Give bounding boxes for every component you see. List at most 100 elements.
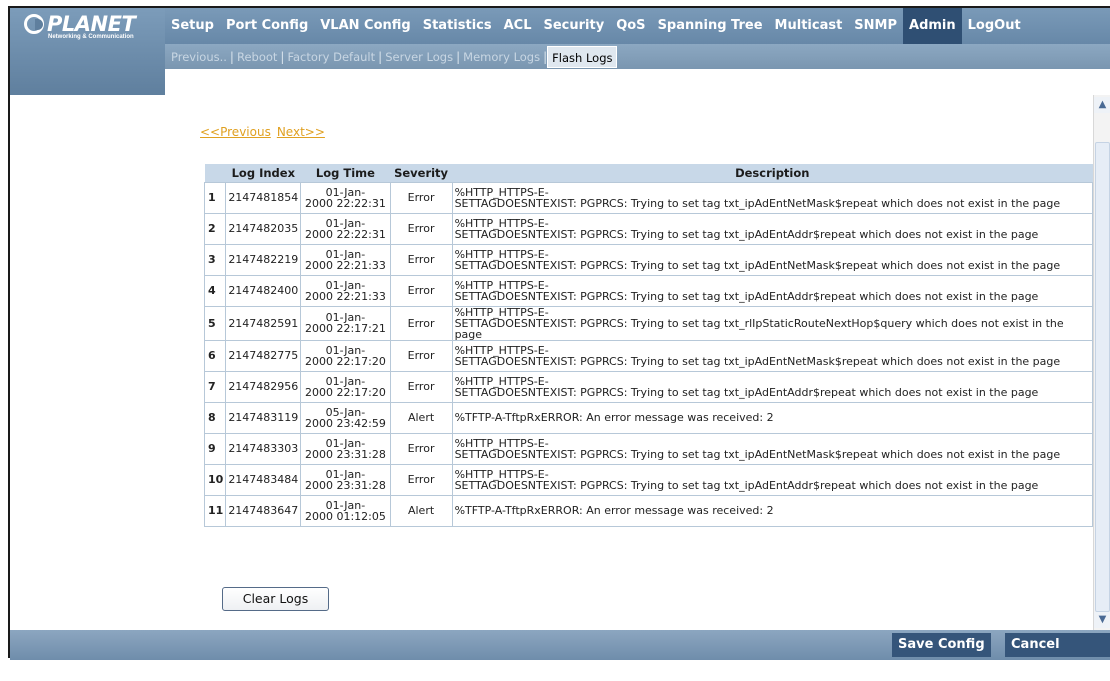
log-index-cell-text: 2147483647 <box>228 504 299 517</box>
row-number: 2 <box>203 212 227 245</box>
nav-item-spanning-tree[interactable]: Spanning Tree <box>652 8 769 44</box>
row-number: 3 <box>203 243 227 276</box>
log-time-cell-text: 2000 23:42:59 <box>304 416 386 430</box>
row-number-text: 9 <box>208 442 216 455</box>
app-window: Setup Port Config VLAN Config Statistics ACL… <box>8 6 1110 676</box>
submenu-item-factory-default[interactable]: Factory Default <box>284 50 378 64</box>
submenu-item-flash-logs[interactable]: Flash Logs <box>547 45 618 68</box>
row-number: 1 <box>203 181 227 214</box>
nav-item-statistics[interactable]: Statistics <box>417 8 498 44</box>
row-number-text: 1 <box>208 191 216 204</box>
log-time-cell: 05-Jan- 2000 23:42:59 <box>300 401 391 434</box>
brand-name: PLANET <box>47 12 136 36</box>
log-time-cell-text: 2000 22:21:33 <box>304 258 386 272</box>
log-time-cell: 01-Jan- 2000 22:21:33 <box>300 274 391 307</box>
severity-cell-text: Error <box>407 253 435 266</box>
nav-item-vlan-config[interactable]: VLAN Config <box>314 8 416 44</box>
log-time-cell-text: 2000 22:22:31 <box>304 227 386 241</box>
nav-item-qos[interactable]: QoS <box>610 8 651 44</box>
severity-cell: Error <box>389 463 453 496</box>
description-cell-text: SETTAGDOESNTEXIST: PGPRCS: Trying to set… <box>454 289 1039 303</box>
table-row: 10 2147483484 01-Jan- 2000 23:31:28 Error %HT… <box>203 463 1094 496</box>
description-cell-text: SETTAGDOESNTEXIST: PGPRCS: Trying to set… <box>454 258 1061 272</box>
description-cell: %HTTP_HTTPS-E- SETTAGDOESNTEXIST: PGPRCS:… <box>451 243 1094 276</box>
description-cell: %HTTP_HTTPS-E- SETTAGDOESNTEXIST: PGPRCS:… <box>451 432 1094 465</box>
footer-bar: Save Config Cancel Config <box>10 630 1110 676</box>
log-index-cell: 2147483647 <box>225 494 302 527</box>
log-time-cell-text: 2000 01:12:05 <box>304 509 386 523</box>
submenu-item-memory-logs[interactable]: Memory Logs <box>460 50 543 64</box>
log-time-cell-text: 2000 22:22:31 <box>304 196 386 210</box>
log-time-cell-text: 2000 22:17:21 <box>304 322 386 335</box>
admin-submenu: Previous.. | Reboot | Factory Default | Server… <box>165 44 1110 69</box>
vertical-scrollbar[interactable]: ▲ ▼ <box>1093 95 1110 630</box>
nav-item-security[interactable]: Security <box>538 8 611 44</box>
severity-cell: Error <box>389 305 453 341</box>
chevron-up-icon[interactable]: ▲ <box>1094 97 1110 113</box>
row-number-text: 8 <box>208 411 216 424</box>
scrollbar-thumb[interactable] <box>1095 142 1110 612</box>
log-index-cell-text: 2147482219 <box>228 253 299 266</box>
nav-item-setup[interactable]: Setup <box>165 8 220 44</box>
table-row: 5 2147482591 01-Jan- 2000 22:17:21 Error %HTT… <box>203 305 1094 341</box>
log-time-cell: 01-Jan- 2000 22:17:20 <box>300 339 391 372</box>
column-header-log-index: Log Index <box>225 164 301 182</box>
clear-logs-button[interactable]: Clear Logs <box>222 587 329 611</box>
table-row: 1 2147481854 01-Jan- 2000 22:22:31 Error %HTT… <box>203 181 1094 214</box>
nav-item-admin[interactable]: Admin <box>903 8 962 44</box>
brand-logo: PLANET Networking & Communication <box>10 8 165 95</box>
column-header-severity: Severity <box>390 164 453 182</box>
column-header-description: Description <box>452 164 1093 182</box>
nav-item-snmp[interactable]: SNMP <box>848 8 903 44</box>
nav-item-acl[interactable]: ACL <box>498 8 538 44</box>
row-number: 6 <box>203 339 227 372</box>
log-time-cell: 01-Jan- 2000 22:22:31 <box>300 212 391 245</box>
main-menu: Setup Port Config VLAN Config Statistics ACL… <box>165 8 1027 44</box>
submenu-item-server-logs[interactable]: Server Logs <box>382 50 456 64</box>
row-number-text: 4 <box>208 284 216 297</box>
row-number-text: 2 <box>208 222 216 235</box>
nav-item-port-config[interactable]: Port Config <box>220 8 314 44</box>
description-cell-text: SETTAGDOESNTEXIST: PGPRCS: Trying to set… <box>454 447 1061 461</box>
row-number: 8 <box>203 401 227 434</box>
severity-cell: Error <box>389 243 453 276</box>
log-time-cell: 01-Jan- 2000 22:22:31 <box>300 181 391 214</box>
description-cell: %HTTP_HTTPS-E- SETTAGDOESNTEXIST: PGPRCS:… <box>451 212 1094 245</box>
save-config-button[interactable]: Save Config <box>892 633 991 657</box>
severity-cell-text: Error <box>407 473 435 486</box>
previous-page-link[interactable]: <<Previous <box>200 125 271 139</box>
table-row: 7 2147482956 01-Jan- 2000 22:17:20 Error %HTT… <box>203 370 1094 403</box>
submenu-item-previous[interactable]: Previous.. <box>168 50 230 64</box>
submenu-item-reboot[interactable]: Reboot <box>234 50 280 64</box>
severity-cell: Error <box>389 212 453 245</box>
severity-cell: Alert <box>389 494 453 527</box>
log-index-cell: 2147482775 <box>225 339 302 372</box>
log-time-cell: 01-Jan- 2000 23:31:28 <box>300 463 391 496</box>
log-time-cell: 01-Jan- 2000 01:12:05 <box>300 494 391 527</box>
severity-cell-text: Error <box>407 284 435 297</box>
log-time-cell-text: 2000 22:17:20 <box>304 354 386 368</box>
severity-cell-text: Error <box>407 380 435 393</box>
log-index-cell-text: 2147482035 <box>228 222 299 235</box>
log-time-cell: 01-Jan- 2000 22:17:20 <box>300 370 391 403</box>
log-time-cell: 01-Jan- 2000 22:21:33 <box>300 243 391 276</box>
chevron-down-icon[interactable]: ▼ <box>1094 612 1110 628</box>
next-page-link[interactable]: Next>> <box>277 125 325 139</box>
row-number-text: 6 <box>208 349 216 362</box>
severity-cell-text: Error <box>407 349 435 362</box>
row-number: 4 <box>203 274 227 307</box>
pager: <<Previous Next>> <box>200 125 331 139</box>
log-index-cell-text: 2147482775 <box>228 349 299 362</box>
nav-item-logout[interactable]: LogOut <box>962 8 1027 44</box>
row-number-text: 5 <box>208 316 216 330</box>
log-index-cell-text: 2147482400 <box>228 284 299 297</box>
description-cell: %HTTP_HTTPS-E- SETTAGDOESNTEXIST: PGPRCS:… <box>451 181 1094 214</box>
description-cell-text: %TFTP-A-TftpRxERROR: An error message wa… <box>454 411 774 424</box>
table-row: 4 2147482400 01-Jan- 2000 22:21:33 Error %HTT… <box>203 274 1094 307</box>
nav-item-multicast[interactable]: Multicast <box>769 8 849 44</box>
description-cell-text: SETTAGDOESNTEXIST: PGPRCS: Trying to set… <box>454 385 1039 399</box>
description-cell-text: SETTAGDOESNTEXIST: PGPRCS: Trying to set… <box>454 316 1064 341</box>
cancel-config-button[interactable]: Cancel Config <box>1005 633 1110 676</box>
log-index-cell-text: 2147482956 <box>228 380 299 393</box>
log-index-cell: 2147483119 <box>225 401 302 434</box>
